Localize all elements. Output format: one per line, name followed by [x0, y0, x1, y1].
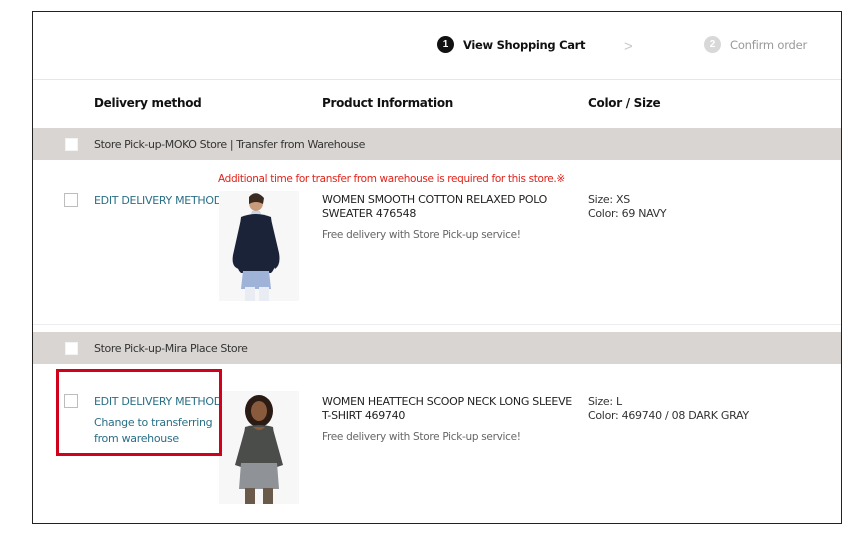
product-photo-sweater	[219, 191, 299, 301]
product-color: Color: 69 NAVY	[588, 207, 667, 220]
step-label: Confirm order	[730, 37, 808, 52]
header-color-size: Color / Size	[588, 96, 661, 110]
group-checkbox[interactable]	[65, 138, 78, 151]
step-confirm-order: 2 Confirm order	[704, 36, 807, 53]
product-photo-tshirt	[219, 391, 299, 504]
group-header-moko: Store Pick-up-MOKO Store | Transfer from…	[33, 128, 841, 160]
pickup-note: Free delivery with Store Pick-up service…	[322, 229, 521, 241]
edit-delivery-method-link[interactable]: EDIT DELIVERY METHOD	[94, 194, 222, 207]
group-label: Store Pick-up-MOKO Store | Transfer from…	[94, 137, 365, 151]
item-checkbox[interactable]	[64, 193, 78, 207]
product-size: Size: XS	[588, 193, 630, 206]
group-checkbox[interactable]	[65, 342, 78, 355]
product-size: Size: L	[588, 395, 622, 408]
step-number: 1	[437, 36, 454, 53]
step-label: View Shopping Cart	[463, 37, 586, 52]
header-delivery-method: Delivery method	[94, 96, 202, 110]
divider	[33, 324, 841, 325]
divider	[33, 79, 841, 80]
checkout-stepper: 1 View Shopping Cart > 2 Confirm order	[33, 36, 841, 58]
pickup-note: Free delivery with Store Pick-up service…	[322, 431, 521, 443]
product-image[interactable]	[219, 391, 299, 504]
header-product-information: Product Information	[322, 96, 454, 110]
warehouse-transfer-warning: Additional time for transfer from wareho…	[218, 173, 565, 185]
chevron-right-icon: >	[624, 38, 633, 55]
product-name: WOMEN HEATTECH SCOOP NECK LONG SLEEVE T-…	[322, 395, 572, 422]
product-color: Color: 469740 / 08 DARK GRAY	[588, 409, 749, 422]
highlight-annotation-box	[56, 369, 222, 456]
product-image[interactable]	[219, 191, 299, 301]
group-label: Store Pick-up-Mira Place Store	[94, 341, 248, 355]
step-view-cart: 1 View Shopping Cart	[437, 36, 586, 53]
group-header-mira-place: Store Pick-up-Mira Place Store	[33, 332, 841, 364]
cart-panel: 1 View Shopping Cart > 2 Confirm order D…	[32, 11, 842, 524]
step-number: 2	[704, 36, 721, 53]
product-name: WOMEN SMOOTH COTTON RELAXED POLO SWEATER…	[322, 193, 547, 220]
